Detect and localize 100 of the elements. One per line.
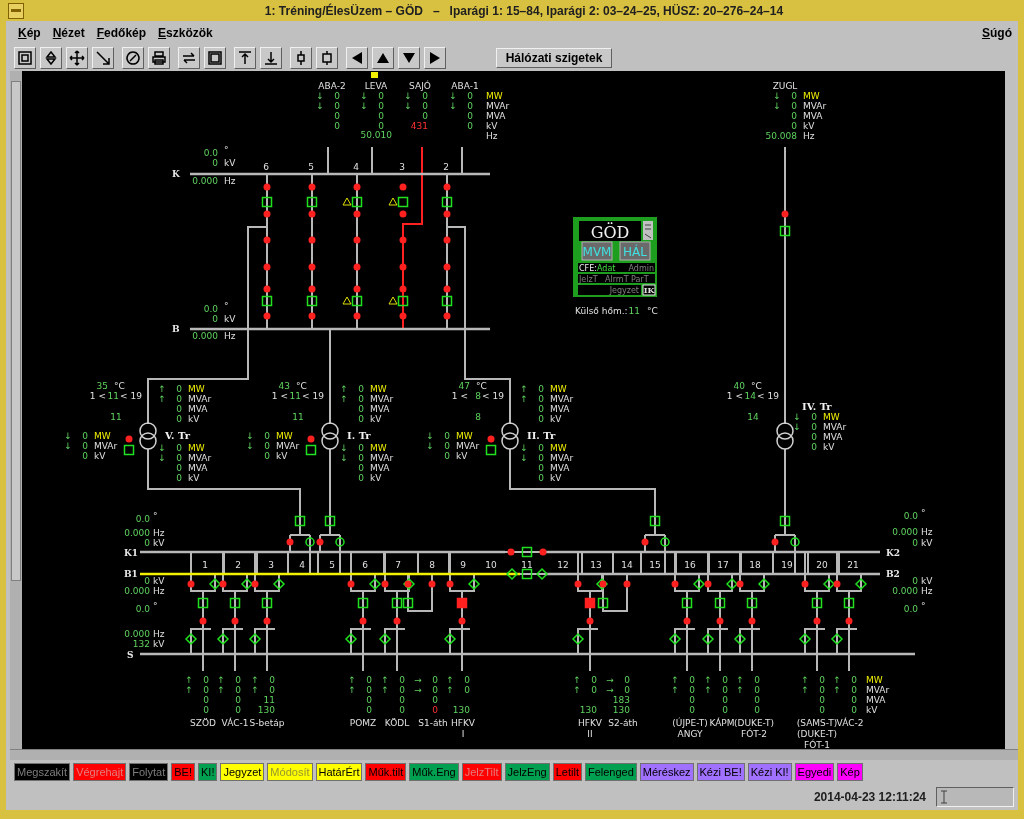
command-button[interactable]: Kézi KI! <box>747 763 792 781</box>
command-button[interactable]: BE! <box>171 763 195 781</box>
unit-label: Hz <box>153 528 165 538</box>
menu-item[interactable]: Eszközök <box>158 26 213 40</box>
flow-arrow: ↑ <box>446 685 454 695</box>
flow-arrow: ↓ <box>426 431 434 441</box>
reading-value: 431 <box>410 121 428 131</box>
unit-label: MVA <box>188 463 208 473</box>
command-button[interactable]: Műk.Eng <box>409 763 459 781</box>
flow-arrow: ↓ <box>426 441 434 451</box>
command-button[interactable]: Egyedi <box>794 763 835 781</box>
tap-position: 14 <box>747 412 759 422</box>
reading-value: 0 <box>819 675 825 685</box>
disconnector-symbol <box>347 580 355 588</box>
flow-arrow: ↓ <box>340 453 348 463</box>
unit-label: MVAr <box>486 101 510 111</box>
disconnector-symbol <box>263 183 271 191</box>
reading-value: 0 <box>689 695 695 705</box>
disconnector-symbol <box>216 632 230 646</box>
navigation-button[interactable] <box>424 47 446 69</box>
bay-number: 17 <box>717 560 729 570</box>
feeder-name: VÁC-2 <box>836 718 864 728</box>
bay-number: 18 <box>749 560 761 570</box>
bus-reading: 0.000 <box>192 176 218 186</box>
reading-value: 0 <box>467 121 473 131</box>
disconnector-symbol <box>574 580 582 588</box>
breaker-symbol <box>397 196 409 208</box>
unit-label: MVAr <box>188 453 212 463</box>
panel-tab[interactable]: AlrmT <box>605 275 629 284</box>
reading-value: 0 <box>538 453 544 463</box>
reading-value: 0 <box>851 695 857 705</box>
unit-label: kV <box>188 414 200 424</box>
feeder-name: S1-áth <box>418 718 448 728</box>
bus-reading: 0.000 <box>124 586 150 596</box>
horizontal-scrollbar[interactable] <box>10 749 1018 760</box>
ik-button[interactable]: IK <box>642 284 656 296</box>
network-islands-button[interactable]: Hálózati szigetek <box>496 48 612 68</box>
unit-label: MW <box>276 431 293 441</box>
command-button[interactable]: Jegyzet <box>220 763 265 781</box>
disconnector-symbol <box>263 210 271 218</box>
navigation-button[interactable] <box>372 47 394 69</box>
transformer-symbol <box>321 422 339 450</box>
reading-value: 0 <box>264 431 270 441</box>
tap-limit: < 19 <box>302 391 324 401</box>
panel-tab[interactable]: ParT <box>631 275 649 284</box>
window-menu-button[interactable] <box>8 2 24 19</box>
disconnector-symbol <box>272 577 286 591</box>
command-button[interactable]: KI! <box>198 763 218 781</box>
disconnector-symbol <box>399 236 407 244</box>
reading-value: 0 <box>176 384 182 394</box>
reading-value: 0 <box>538 443 544 453</box>
unit-label: kV <box>224 158 236 168</box>
menu-item[interactable]: Kép <box>18 26 41 40</box>
flow-arrow: ↑ <box>671 675 679 685</box>
disconnector-symbol <box>854 577 868 591</box>
admin-link[interactable]: Admin <box>628 264 654 273</box>
help-menu[interactable]: Súgó <box>982 26 1012 40</box>
flow-arrow: ↓ <box>316 91 324 101</box>
command-button[interactable]: Méréskez <box>639 763 694 781</box>
menu-item[interactable]: Nézet <box>52 26 85 40</box>
print-icon <box>151 50 167 66</box>
text-cursor-icon <box>941 790 947 804</box>
input-field[interactable] <box>936 787 1014 807</box>
breaker-symbol <box>811 597 823 609</box>
bus-reading: 0.000 <box>892 586 918 596</box>
command-button[interactable]: Felenged <box>584 763 637 781</box>
reading-value: 0 <box>399 705 405 715</box>
command-button[interactable]: Letilt <box>552 763 582 781</box>
note-link[interactable]: Jegyzet <box>609 286 639 295</box>
unit-label: MVAr <box>94 441 118 451</box>
reading-value: 0 <box>176 473 182 483</box>
command-button[interactable]: Kép <box>837 763 863 781</box>
menu-item[interactable]: Fedőkép <box>96 26 147 40</box>
reading-value: 0 <box>811 412 817 422</box>
reading-value: 0 <box>819 705 825 715</box>
navigation-button[interactable] <box>398 47 420 69</box>
command-button[interactable]: Kézi BE! <box>696 763 745 781</box>
command-button[interactable]: Műk.tilt <box>365 763 407 781</box>
command-button[interactable]: HatárÉrt <box>315 763 363 781</box>
navigation-button[interactable] <box>346 47 368 69</box>
bay-number: 6 <box>362 560 368 570</box>
bay-number: 2 <box>235 560 241 570</box>
bay-number: 3 <box>399 162 405 172</box>
reading-value: 0 <box>624 685 630 695</box>
reading-value: 0 <box>203 705 209 715</box>
breaker-symbol <box>779 225 791 237</box>
cfe-value[interactable]: Adat <box>597 264 616 273</box>
vertical-scrollbar[interactable] <box>10 71 22 749</box>
command-button[interactable]: JelzEng <box>504 763 550 781</box>
bay-number: 10 <box>485 560 497 570</box>
panel-row <box>578 285 641 295</box>
panel-tab[interactable]: JelzT <box>579 275 598 284</box>
connection-line <box>519 573 546 575</box>
feeder-name: POMZ <box>349 718 377 728</box>
disconnector-symbol <box>308 210 316 218</box>
disconnector-symbol <box>443 632 457 646</box>
feeder-name: ANGY <box>677 729 703 739</box>
panel-button[interactable]: HÁL <box>619 241 651 261</box>
disconnector-symbol <box>458 617 466 625</box>
panel-button[interactable]: MVM <box>581 241 613 261</box>
